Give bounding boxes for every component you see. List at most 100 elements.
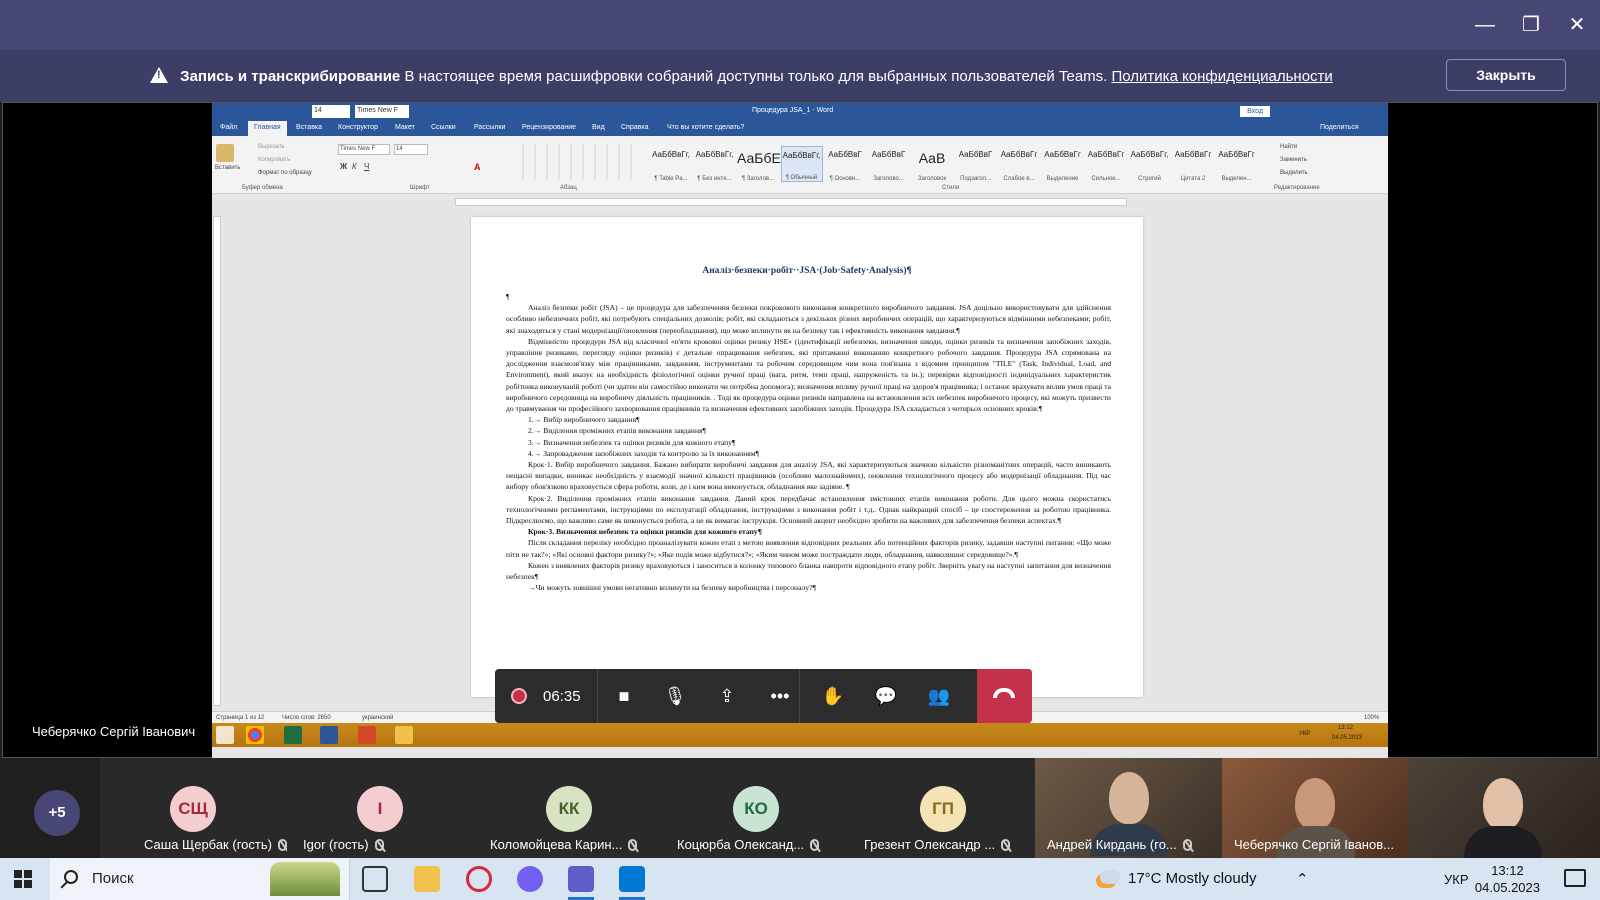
camera-button[interactable]: ■ — [608, 681, 640, 711]
show-hidden-icons-button[interactable]: ⌃ — [1296, 870, 1309, 888]
style-option[interactable]: АаБбВвГ Подзагол... — [955, 146, 997, 182]
opera-icon[interactable] — [466, 866, 492, 892]
participant-tile[interactable]: ГП Грезент Олександр ... — [848, 758, 1035, 858]
participant-tile[interactable]: I Igor (гость) — [287, 758, 474, 858]
style-name: Выделение — [1046, 176, 1079, 182]
signin-button[interactable]: Вход — [1240, 106, 1270, 117]
tray-date: 04.05.2023 — [1332, 735, 1363, 741]
cut-button[interactable]: Вырезать — [258, 144, 285, 150]
participants-strip: СЩ Саша Щербак (гость) I Igor (гость) КК… — [0, 758, 1600, 858]
page-count[interactable]: Страница 1 из 12 — [216, 715, 264, 721]
word-title-bar: 14 Times New F Процедура JSA_1 - Word Вх… — [212, 103, 1388, 120]
style-option[interactable]: АаБбВвГг Выделен... — [1216, 146, 1258, 182]
style-option[interactable]: АаБбВвГ Заголово... — [868, 146, 910, 182]
style-option[interactable]: АаБбВвГг Слабое в... — [998, 146, 1040, 182]
taskbar-search[interactable]: Поиск — [50, 858, 350, 900]
style-option[interactable]: АаБбВвГг Выделение — [1042, 146, 1084, 182]
tab-mailings[interactable]: Рассылки — [474, 124, 505, 131]
notifications-icon[interactable] — [1564, 869, 1586, 887]
vertical-ruler — [213, 216, 221, 706]
maximize-button[interactable]: ❐ — [1513, 8, 1549, 42]
format-painter-button[interactable]: Формат по образцу — [258, 170, 312, 176]
photos-icon[interactable] — [619, 866, 645, 900]
copy-button[interactable]: Копировать — [258, 157, 290, 163]
underline-button[interactable]: Ч — [364, 162, 369, 171]
windows-start-icon[interactable] — [14, 870, 32, 888]
paste-icon[interactable] — [216, 144, 234, 162]
close-window-button[interactable]: ✕ — [1559, 8, 1595, 42]
style-option[interactable]: АаБбВвГг Сильное... — [1085, 146, 1127, 182]
mic-off-icon — [277, 839, 287, 851]
tab-design[interactable]: Конструктор — [338, 124, 378, 131]
style-option[interactable]: АаБбВвГг Цитата 2 — [1172, 146, 1214, 182]
tab-references[interactable]: Ссылки — [431, 124, 456, 131]
zoom-level[interactable]: 100% — [1364, 715, 1379, 721]
banner-close-button[interactable]: Закрыть — [1446, 59, 1566, 91]
bold-button[interactable]: Ж — [340, 162, 347, 171]
participant-video[interactable]: Андрей Кирдань (го... — [1035, 758, 1222, 858]
tab-help[interactable]: Справка — [621, 124, 648, 131]
file-explorer-icon[interactable] — [414, 866, 440, 892]
step-1-paragraph: Крок·1. Вибір виробничого завдання. Бажа… — [506, 460, 1111, 492]
teams-icon[interactable] — [568, 866, 594, 900]
presenter-name: Чеберячко Сергій Іванович — [32, 724, 196, 739]
tab-insert[interactable]: Вставка — [296, 124, 322, 131]
recording-banner: Запись и транскрибирование В настоящее в… — [0, 50, 1600, 102]
file-explorer-icon — [395, 726, 413, 744]
style-name: ¶ Заголов... — [741, 176, 775, 182]
share-button[interactable]: Поделиться — [1320, 124, 1359, 131]
more-options-button[interactable]: ••• — [764, 681, 796, 711]
mic-off-button[interactable]: 🎙 — [659, 681, 691, 711]
participant-name: Коломойцева Карин... — [490, 837, 638, 852]
style-option[interactable]: АаБбВвГг, ¶ Обычный — [780, 146, 823, 182]
raise-hand-button[interactable]: ✋ — [817, 681, 849, 711]
tab-view[interactable]: Вид — [592, 124, 605, 131]
style-option[interactable]: АаБбВвГг, Строгий — [1129, 146, 1171, 182]
style-option[interactable]: АаБбВвГ ¶ Основн... — [824, 146, 866, 182]
style-sample: АаБбВвГ — [958, 150, 993, 159]
tab-file[interactable]: Файл — [220, 124, 237, 131]
paste-button[interactable]: Вставить — [215, 165, 240, 171]
font-name-box[interactable]: Times New F — [355, 105, 409, 118]
style-option[interactable]: АаБбВвГг, ¶ Table Pa... — [650, 146, 692, 182]
font-name-dropdown[interactable]: Times New F — [338, 144, 390, 155]
input-language[interactable]: УКР — [1444, 872, 1469, 887]
hang-up-button[interactable] — [977, 669, 1032, 723]
style-name: Выделен... — [1221, 176, 1252, 182]
language-indicator[interactable]: украинский — [362, 715, 393, 721]
more-participants-badge[interactable]: +5 — [34, 790, 80, 836]
paragraph-controls[interactable] — [512, 144, 634, 180]
minimize-button[interactable]: — — [1467, 8, 1503, 42]
font-color-button[interactable]: А — [474, 162, 481, 172]
style-option[interactable]: АаБбВвГг, ¶ Без инте... — [694, 146, 736, 182]
weather-text[interactable]: 17°C Mostly cloudy — [1128, 870, 1257, 887]
replace-button[interactable]: Заменить — [1280, 157, 1307, 163]
participant-tile[interactable]: СЩ Саша Щербак (гость) — [100, 758, 287, 858]
document-area[interactable]: Аналіз·безпеки·робіт··JSA·(Job·Safety·An… — [222, 207, 1388, 712]
select-button[interactable]: Выделить — [1280, 170, 1308, 176]
style-option[interactable]: АаВ Заголовок — [911, 146, 953, 182]
tab-home[interactable]: Главная — [248, 121, 287, 136]
tab-review[interactable]: Рецензирование — [522, 124, 576, 131]
viber-icon[interactable] — [517, 866, 543, 892]
font-size-dropdown[interactable]: 14 — [394, 144, 428, 155]
taskbar-clock[interactable]: 13:12 04.05.2023 — [1475, 862, 1540, 896]
task-view-icon[interactable] — [362, 866, 388, 892]
chat-button[interactable]: 💬 — [870, 681, 902, 711]
participant-tile[interactable]: КК Коломойцева Карин... — [474, 758, 661, 858]
document-page[interactable]: Аналіз·безпеки·робіт··JSA·(Job·Safety·An… — [471, 217, 1143, 697]
participant-video[interactable]: Чеберячко Сергій Іванов... — [1222, 758, 1409, 858]
italic-button[interactable]: К — [352, 162, 357, 171]
privacy-policy-link[interactable]: Политика конфиденциальности — [1112, 68, 1333, 85]
participant-tile[interactable]: КО Коцюрба Олександ... — [661, 758, 848, 858]
style-option[interactable]: АаБбЕ ¶ Заголов... — [737, 146, 781, 182]
font-size-box[interactable]: 14 — [312, 105, 350, 118]
participant-video[interactable] — [1409, 758, 1600, 858]
word-count[interactable]: Число слов: 2650 — [282, 715, 331, 721]
tell-me-search[interactable]: Что вы хотите сделать? — [667, 124, 744, 131]
find-button[interactable]: Найти — [1280, 144, 1297, 150]
style-sample: АаВ — [918, 150, 946, 166]
tab-layout[interactable]: Макет — [395, 124, 415, 131]
participants-button[interactable]: 👥 — [923, 681, 955, 711]
share-screen-button[interactable]: ⇪ — [711, 681, 743, 711]
